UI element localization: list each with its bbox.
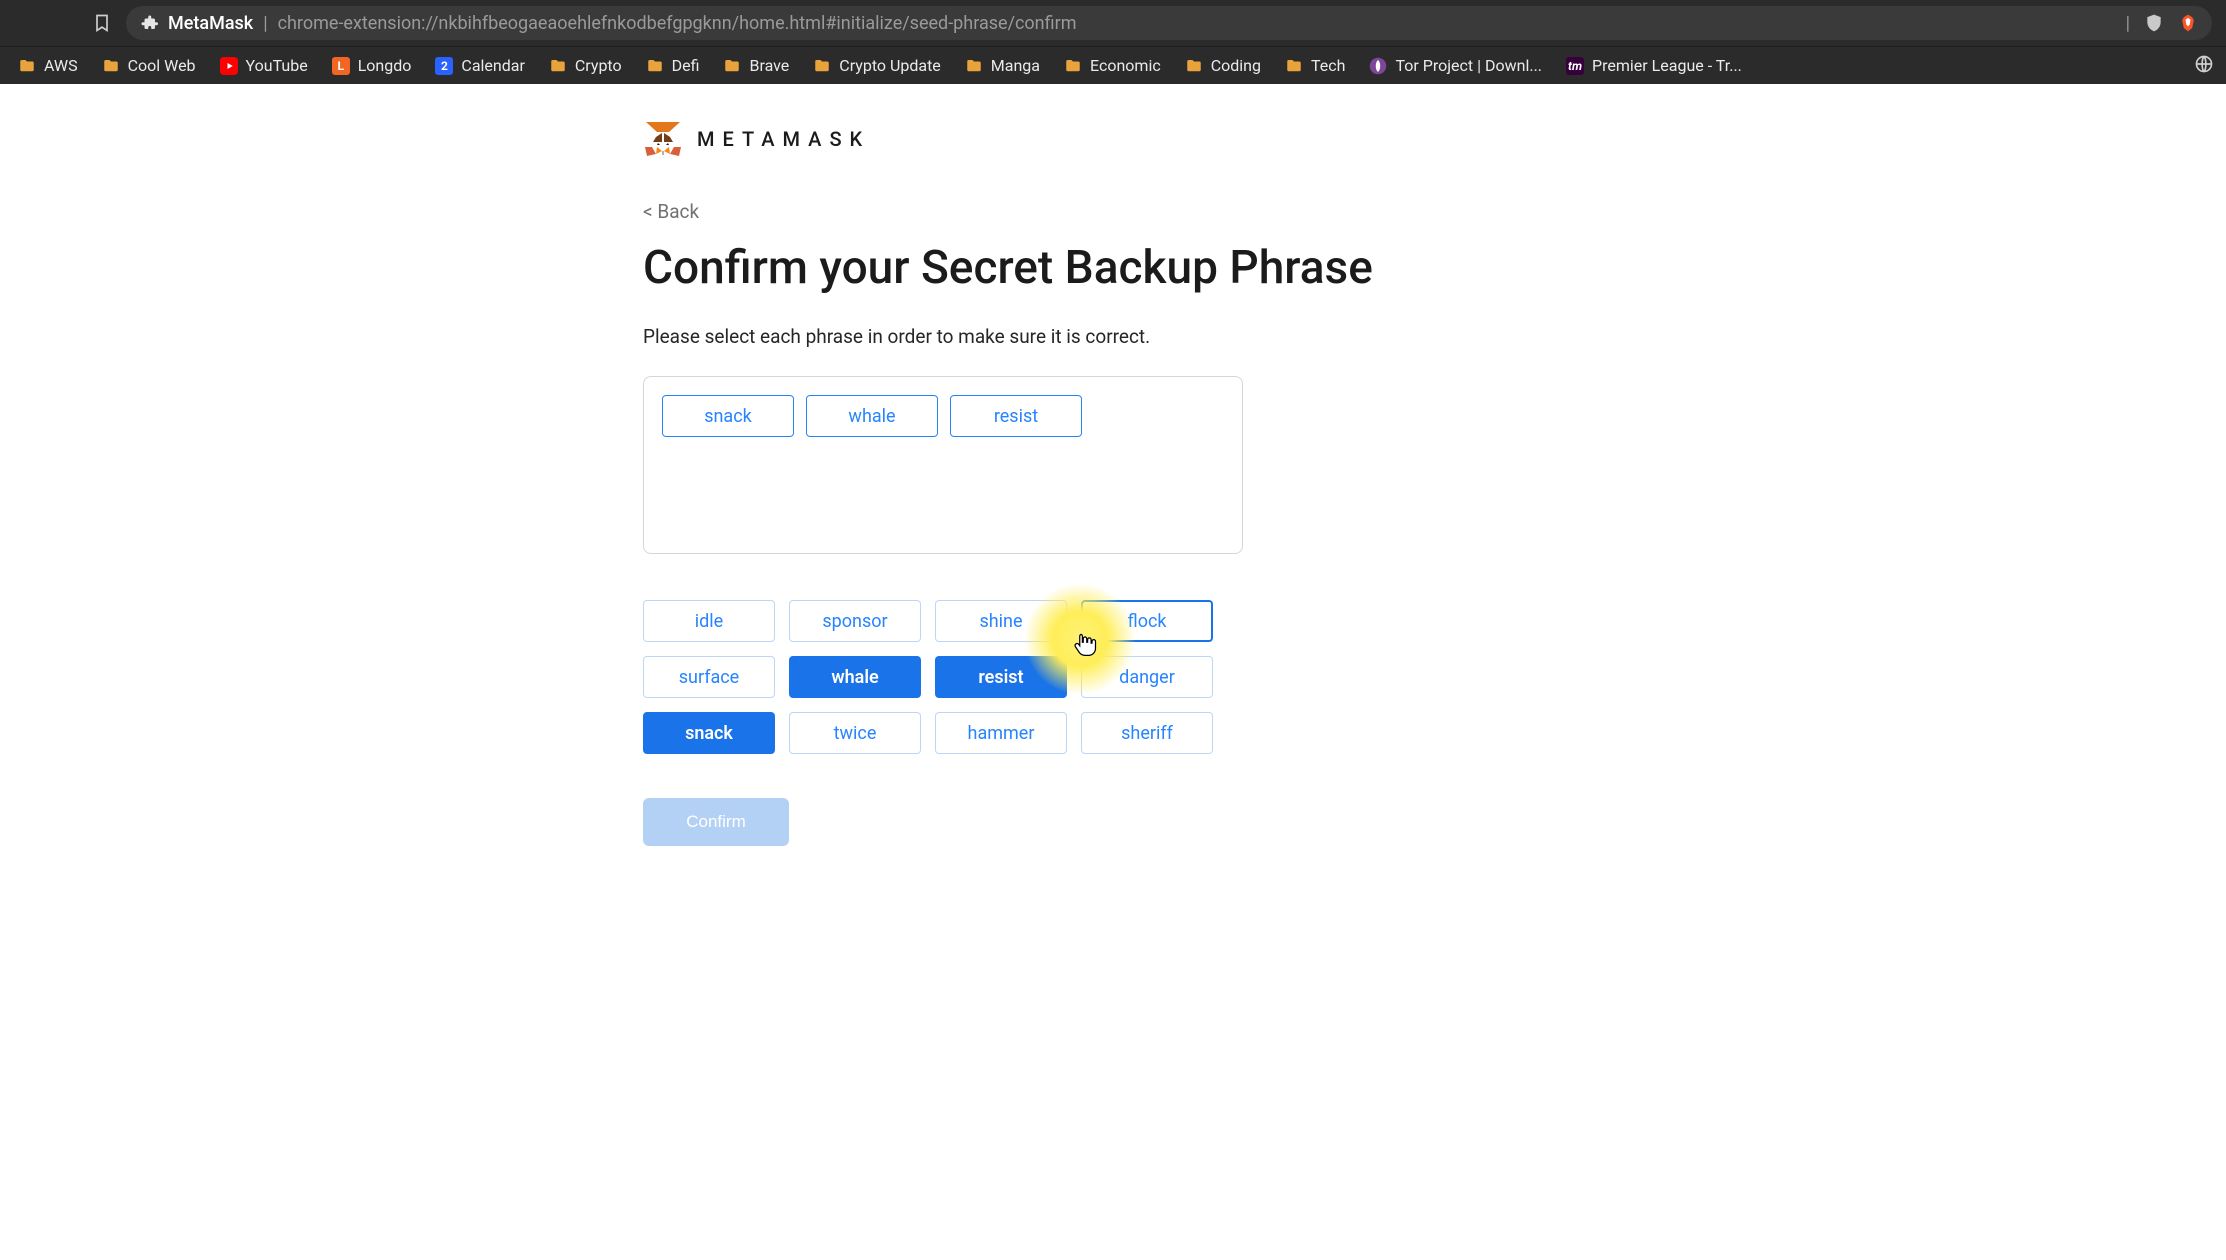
bookmark-item[interactable]: Manga [959,52,1046,79]
bookmark-label: Calendar [461,56,524,75]
back-link[interactable]: < Back [643,200,699,223]
word-option-chip[interactable]: idle [643,600,775,642]
bookmark-label: Crypto Update [839,56,941,75]
bookmark-item[interactable]: tmPremier League - Tr... [1560,52,1748,79]
word-option-chip[interactable]: sponsor [789,600,921,642]
address-separator: | [263,13,267,34]
bookmarks-bar: AWS Cool Web YouTube LLongdo 2Calendar Crypto… [0,46,2226,84]
address-right-separator: | [2126,13,2130,34]
bookmark-item[interactable]: Crypto Update [807,52,947,79]
bookmark-label: YouTube [246,56,308,75]
word-options-grid: idle sponsor shine flock surface whale resistd… [643,600,1583,754]
bookmark-item[interactable]: Cool Web [96,52,202,79]
brave-lion-icon[interactable] [2178,13,2198,33]
bookmark-label: Economic [1090,56,1161,75]
confirm-button[interactable]: Confirm [643,798,789,846]
globe-icon[interactable] [2194,54,2214,74]
bookmark-label: Brave [749,56,789,75]
word-option-chip[interactable]: sheriff [1081,712,1213,754]
address-url: chrome-extension://nkbihfbeogaeaoehlefnk… [278,13,1077,34]
address-bar[interactable]: MetaMask | chrome-extension://nkbihfbeog… [126,6,2212,40]
bookmark-item[interactable]: Crypto [543,52,628,79]
word-option-chip[interactable]: hammer [935,712,1067,754]
selected-word-chip[interactable]: snack [662,395,794,437]
metamask-wordmark: METAMASK [697,127,870,151]
bookmark-item[interactable]: Defi [640,52,706,79]
bookmark-label: AWS [44,56,78,75]
metamask-logo-row: METAMASK [643,120,1583,158]
selected-words-box: snack whale resist [643,376,1243,554]
bookmark-item[interactable]: Tor Project | Downl... [1363,52,1548,79]
page-subtitle: Please select each phrase in order to ma… [643,325,1583,348]
bookmark-label: Crypto [575,56,622,75]
bookmark-label: Longdo [358,56,412,75]
word-option-chip[interactable]: flock [1081,600,1213,642]
bookmark-item[interactable]: YouTube [214,52,314,79]
bookmark-item[interactable]: Economic [1058,52,1167,79]
bookmark-label: Defi [672,56,700,75]
browser-chrome: MetaMask | chrome-extension://nkbihfbeog… [0,0,2226,84]
selected-word-chip[interactable]: resist [950,395,1082,437]
address-row: MetaMask | chrome-extension://nkbihfbeog… [0,0,2226,46]
address-title: MetaMask [168,13,253,34]
bookmark-label: Cool Web [128,56,196,75]
bookmark-item[interactable]: 2Calendar [429,52,530,79]
bookmark-label: Premier League - Tr... [1592,56,1742,75]
word-option-chip[interactable]: surface [643,656,775,698]
word-option-chip[interactable]: whale [789,656,921,698]
bookmark-label: Manga [991,56,1040,75]
bookmark-item[interactable]: Brave [717,52,795,79]
page-content: METAMASK < Back Confirm your Secret Back… [0,84,2226,1260]
word-option-chip[interactable]: resist [935,656,1067,698]
bookmark-label: Tech [1311,56,1345,75]
bookmark-label: Coding [1211,56,1261,75]
bookmark-item[interactable]: LLongdo [326,52,418,79]
bookmark-item[interactable]: Tech [1279,52,1351,79]
bookmark-item[interactable]: Coding [1179,52,1267,79]
shield-icon[interactable] [2144,13,2164,33]
bookmark-item[interactable]: AWS [12,52,84,79]
word-option-chip[interactable]: twice [789,712,921,754]
extension-icon [140,14,158,32]
selected-word-chip[interactable]: whale [806,395,938,437]
word-option-chip[interactable]: danger [1081,656,1213,698]
word-option-chip[interactable]: snack [643,712,775,754]
word-option-chip[interactable]: shine [935,600,1067,642]
bookmark-outline-icon[interactable] [92,13,112,33]
bookmark-label: Tor Project | Downl... [1395,56,1542,75]
metamask-fox-icon [643,120,683,158]
page-title: Confirm your Secret Backup Phrase [643,241,1583,295]
